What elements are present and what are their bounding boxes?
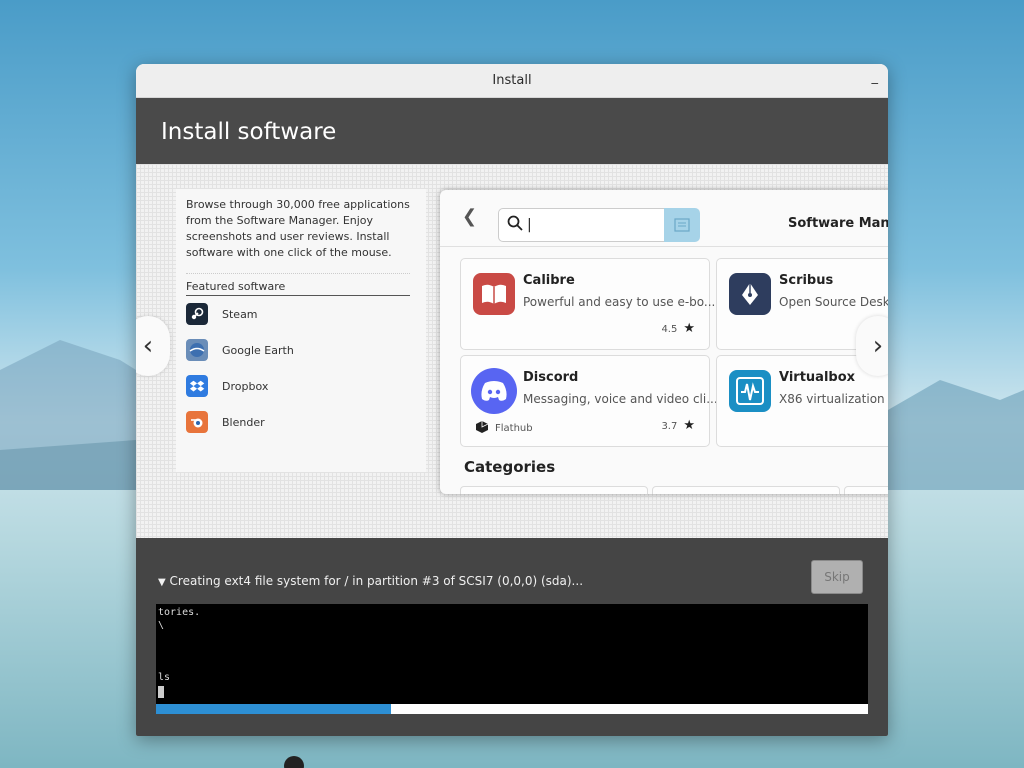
app-source: Flathub [475,420,533,437]
app-card-discord: Discord Messaging, voice and video cli..… [460,355,718,447]
category-tile [652,486,840,494]
window-title: Install [492,73,532,88]
virtualbox-icon [729,370,771,412]
software-manager-title: Software Manag [788,216,888,231]
skip-button[interactable]: Skip [811,560,863,594]
terminal-output: tories. \ ls [156,604,868,708]
category-tile [460,486,648,494]
featured-item-dropbox: Dropbox [186,368,426,404]
star-icon: ★ [683,418,695,433]
featured-item-label: Steam [222,307,258,321]
list-icon [664,208,700,242]
slideshow: Browse through 30,000 free applications … [136,164,888,538]
flathub-icon [475,420,489,437]
app-name: Scribus [779,273,834,288]
terminal-line: \ [158,620,165,631]
app-name: Calibre [523,273,575,288]
category-tile [844,486,888,494]
featured-item-label: Dropbox [222,379,269,393]
status-text: Creating ext4 file system for / in parti… [169,574,584,588]
categories-heading: Categories [464,458,556,476]
intro-text: Browse through 30,000 free applications … [186,198,410,259]
back-icon: ❮ [462,206,478,227]
rating-value: 3.7 [661,421,678,432]
app-description: Open Source Deskto [779,295,888,309]
software-manager-header: ❮ | Software Manag [440,190,888,247]
app-description: Messaging, voice and video cli... [523,392,718,406]
page-title: Install software [161,118,337,145]
featured-item-blender: Blender [186,404,426,440]
terminal-cursor [158,686,164,698]
blender-icon [186,411,208,433]
app-name: Discord [523,370,579,385]
next-slide-button[interactable]: › [856,316,888,376]
star-icon: ★ [683,321,695,336]
terminal-line: ls [158,672,171,683]
search-icon [507,215,523,235]
steam-icon [186,303,208,325]
search-field: | [498,208,666,242]
minimize-button[interactable]: _ [872,70,879,85]
scribus-icon [729,273,771,315]
title-bar: Install _ [136,64,888,98]
app-name: Virtualbox [779,370,856,385]
software-manager-screenshot: ❮ | Software Manag Calibre Powerful and [440,190,888,494]
source-label: Flathub [495,423,533,434]
page-header: Install software [136,98,888,165]
rating-value: 4.5 [661,324,678,335]
tray-icon[interactable] [284,756,304,768]
app-card-calibre: Calibre Powerful and easy to use e-bo...… [460,258,715,350]
app-description: Powerful and easy to use e-bo... [523,295,716,309]
app-rating: 4.5 ★ [661,321,695,336]
calibre-icon [473,273,515,315]
search-value: | [527,217,532,233]
featured-software-title: Featured software [186,273,410,296]
status-line[interactable]: ▼ Creating ext4 file system for / in par… [158,574,583,588]
progress-fill [156,704,391,714]
google-earth-icon [186,339,208,361]
progress-bar [156,704,868,714]
previous-slide-button[interactable]: ‹ [136,316,170,376]
featured-list: Steam Google Earth Dropbox Blender [176,296,426,440]
intro-panel: Browse through 30,000 free applications … [176,189,426,472]
terminal-line: tories. [158,607,201,618]
dropbox-icon [186,375,208,397]
featured-item-google-earth: Google Earth [186,332,426,368]
installer-window: Install _ Install software Browse throug… [136,64,888,736]
expander-icon[interactable]: ▼ [158,577,166,588]
app-description: X86 virtualization so [779,392,888,406]
discord-icon [471,368,517,414]
featured-item-label: Blender [222,415,265,429]
app-rating: 3.7 ★ [661,418,695,433]
featured-item-label: Google Earth [222,343,294,357]
featured-item-steam: Steam [186,296,426,332]
